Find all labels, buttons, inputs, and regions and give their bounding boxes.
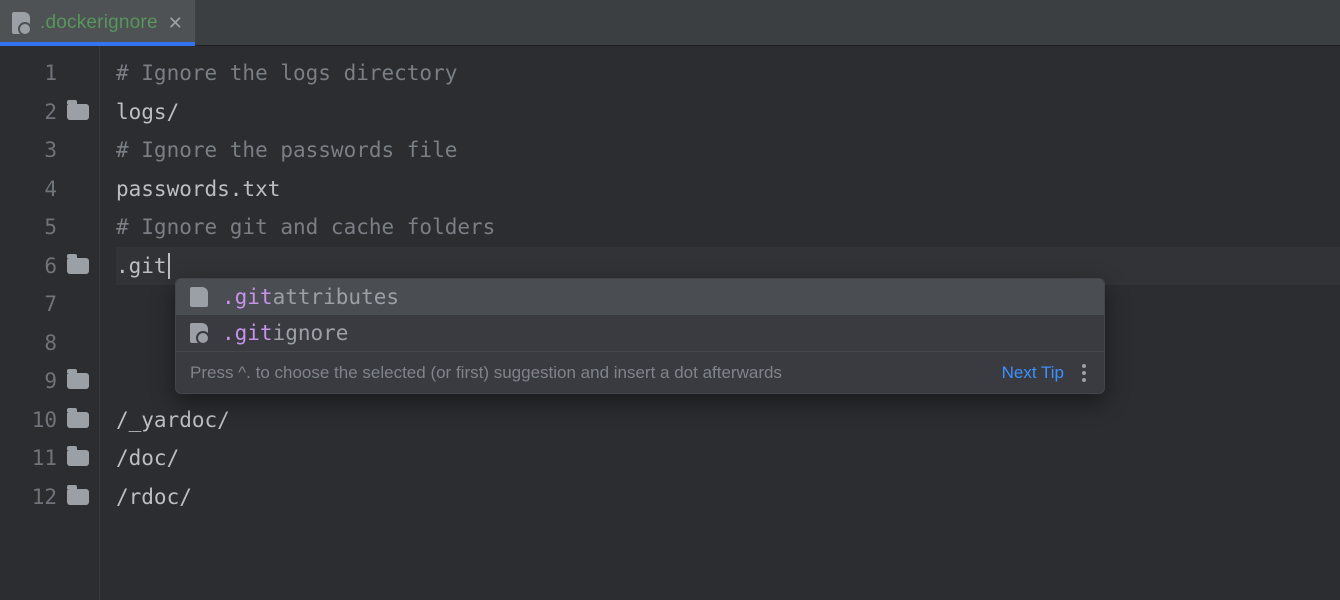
line-number: 2 [31,100,57,124]
file-icon [190,287,208,307]
code-text: /doc/ [116,446,179,470]
autocomplete-match: .git [222,321,273,345]
line-number: 3 [31,138,57,162]
code-text: .git [116,254,167,278]
line-number: 6 [31,254,57,278]
code-text: /_yardoc/ [116,408,230,432]
code-text: passwords.txt [116,177,280,201]
code-line[interactable]: /_yardoc/ [116,401,1340,440]
editor-tab[interactable]: .dockerignore ✕ [0,0,195,45]
autocomplete-item-label: .gitignore [222,321,348,345]
autocomplete-item-label: .gitattributes [222,285,399,309]
close-icon[interactable]: ✕ [168,14,183,32]
comment-text: # Ignore the passwords file [116,138,457,162]
folder-icon [67,489,89,505]
folder-icon [67,258,89,274]
next-tip-link[interactable]: Next Tip [1002,363,1064,383]
gutter-row: 1 [0,54,99,93]
editor: 123456789101112 # Ignore the logs direct… [0,46,1340,600]
folder-icon [67,412,89,428]
line-number: 11 [31,446,57,470]
comment-text: # Ignore git and cache folders [116,215,495,239]
autocomplete-match: .git [222,285,273,309]
ignore-file-icon [190,323,208,343]
comment-text: # Ignore the logs directory [116,61,457,85]
folder-icon [67,450,89,466]
code-line[interactable]: /doc/ [116,439,1340,478]
gutter-row: 7 [0,285,99,324]
gutter-row: 4 [0,170,99,209]
code-text: logs/ [116,100,179,124]
line-number: 7 [31,292,57,316]
gutter-row: 6 [0,247,99,286]
gutter: 123456789101112 [0,46,100,600]
code-text: /rdoc/ [116,485,192,509]
dockerignore-file-icon [12,12,30,34]
line-number: 5 [31,215,57,239]
autocomplete-tip-text: Press ^. to choose the selected (or firs… [190,363,988,383]
line-number: 10 [31,408,57,432]
line-number: 9 [31,369,57,393]
line-number: 1 [31,61,57,85]
autocomplete-item[interactable]: .gitattributes [176,279,1104,315]
folder-icon [67,104,89,120]
line-number: 4 [31,177,57,201]
autocomplete-popup: .gitattributes.gitignore Press ^. to cho… [175,278,1105,394]
gutter-row: 10 [0,401,99,440]
autocomplete-item[interactable]: .gitignore [176,315,1104,351]
autocomplete-footer: Press ^. to choose the selected (or firs… [176,351,1104,393]
text-caret [168,253,170,279]
code-line[interactable]: /rdoc/ [116,478,1340,517]
autocomplete-rest: ignore [273,321,349,345]
tab-bar: .dockerignore ✕ [0,0,1340,46]
gutter-row: 9 [0,362,99,401]
gutter-row: 8 [0,324,99,363]
code-area[interactable]: # Ignore the logs directory logs/ # Ignore… [100,46,1340,600]
code-line[interactable]: passwords.txt [116,170,1340,209]
code-line[interactable]: logs/ [116,93,1340,132]
autocomplete-rest: attributes [273,285,399,309]
gutter-row: 11 [0,439,99,478]
gutter-row: 5 [0,208,99,247]
gutter-row: 12 [0,478,99,517]
code-line[interactable]: # Ignore the logs directory [116,54,1340,93]
kebab-menu-icon[interactable] [1078,360,1090,386]
line-number: 8 [31,331,57,355]
code-line[interactable]: # Ignore git and cache folders [116,208,1340,247]
tab-filename: .dockerignore [40,12,158,34]
gutter-row: 3 [0,131,99,170]
gutter-row: 2 [0,93,99,132]
code-line[interactable]: # Ignore the passwords file [116,131,1340,170]
line-number: 12 [31,485,57,509]
folder-icon [67,373,89,389]
